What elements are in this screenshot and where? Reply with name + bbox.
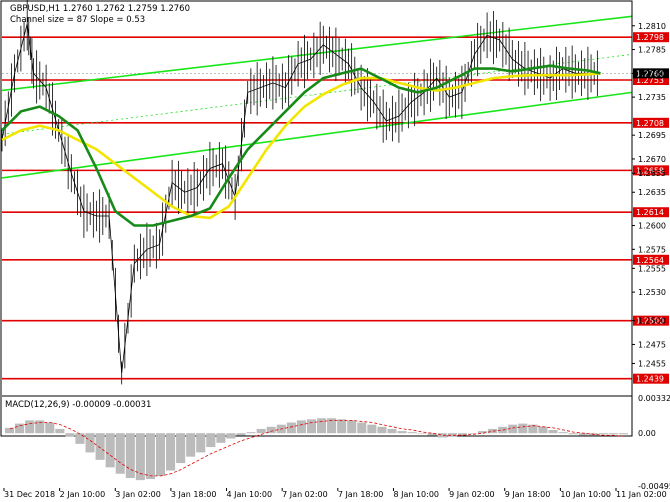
macd-histogram-bar <box>357 422 367 434</box>
macd-y-tick-label: 0.00332 <box>638 394 670 403</box>
price-chart: 1.27981.27531.27081.26581.26141.25641.25… <box>0 0 670 502</box>
x-tick-label: 8 Jan 10:00 <box>393 490 439 499</box>
level-label: 1.2798 <box>636 33 664 42</box>
macd-y-tick-label: -0.00495 <box>638 482 670 491</box>
y-tick-label: 1.2670 <box>638 155 666 164</box>
macd-histogram-bar <box>246 432 256 434</box>
level-label: 1.2614 <box>636 208 664 217</box>
macd-histogram-bar <box>176 433 186 464</box>
chart-header-line1: GBPUSD,H1 1.2760 1.2762 1.2759 1.2760 <box>10 4 190 14</box>
macd-histogram-bar <box>196 433 206 453</box>
x-tick-label: 11 Jan 02:00 <box>616 490 667 499</box>
macd-histogram-bar <box>55 428 65 434</box>
y-tick-label: 1.2455 <box>638 359 666 368</box>
macd-histogram-bar <box>548 430 558 434</box>
macd-histogram-bar <box>538 426 548 434</box>
y-tick-label: 1.2555 <box>638 264 666 273</box>
macd-histogram-bar <box>95 433 105 460</box>
y-tick-label: 1.2500 <box>638 317 666 326</box>
macd-histogram-bar <box>286 422 296 434</box>
macd-histogram-bar <box>407 432 417 434</box>
x-tick-label: 31 Dec 2018 <box>4 490 55 499</box>
macd-histogram-bar <box>145 433 155 480</box>
macd-histogram-bar <box>5 427 15 434</box>
y-tick-label: 1.2785 <box>638 46 666 55</box>
x-tick-label: 9 Jan 02:00 <box>449 490 495 499</box>
macd-histogram-bar <box>598 433 608 435</box>
x-tick-label: 2 Jan 10:00 <box>60 490 106 499</box>
y-tick-label: 1.2575 <box>638 245 666 254</box>
macd-histogram-bar <box>337 419 347 434</box>
macd-histogram-bar <box>105 433 115 468</box>
y-tick-label: 1.2695 <box>638 131 666 140</box>
macd-histogram-bar <box>15 423 25 434</box>
macd-histogram-bar <box>155 433 166 476</box>
macd-histogram-bar <box>115 433 125 474</box>
y-tick-label: 1.2600 <box>638 222 666 231</box>
macd-histogram-bar <box>75 433 85 444</box>
macd-histogram-bar <box>226 433 236 439</box>
y-tick-label: 1.2635 <box>638 188 666 197</box>
macd-histogram-bar <box>317 418 327 434</box>
macd-histogram-bar <box>296 420 306 434</box>
macd-histogram-bar <box>618 433 628 435</box>
macd-histogram-bar <box>306 419 316 434</box>
macd-histogram-bar <box>558 432 568 434</box>
macd-histogram-bar <box>186 433 196 457</box>
x-tick-label: 4 Jan 10:00 <box>227 490 273 499</box>
macd-histogram-bar <box>206 433 216 448</box>
macd-histogram-bar <box>85 433 95 453</box>
macd-histogram-bar <box>447 433 457 437</box>
y-tick-label: 1.2810 <box>638 22 666 31</box>
macd-histogram-bar <box>166 433 176 471</box>
y-tick-label: 1.2530 <box>638 288 666 297</box>
macd-histogram-bar <box>256 428 266 434</box>
macd-histogram-bar <box>347 420 357 434</box>
macd-histogram-bar <box>387 428 397 434</box>
x-tick-label: 7 Jan 02:00 <box>282 490 328 499</box>
macd-histogram-bar <box>25 420 35 434</box>
macd-histogram-bar <box>417 433 427 434</box>
x-tick-label: 10 Jan 10:00 <box>560 490 611 499</box>
y-tick-label: 1.2760 <box>638 69 666 78</box>
macd-label: MACD(12,26,9) -0.00009 -0.00031 <box>5 400 151 410</box>
macd-histogram-bar <box>488 428 498 434</box>
macd-histogram-bar <box>568 433 578 435</box>
macd-histogram-bar <box>45 422 55 434</box>
macd-histogram-bar <box>236 433 246 436</box>
macd-histogram-bar <box>216 433 226 443</box>
macd-y-tick-label: 0.00 <box>638 429 656 438</box>
y-tick-label: 1.2735 <box>638 93 666 102</box>
macd-histogram-bar <box>367 424 377 434</box>
macd-histogram-bar <box>377 426 387 434</box>
x-tick-label: 3 Jan 18:00 <box>171 490 217 499</box>
x-tick-label: 7 Jan 18:00 <box>338 490 384 499</box>
macd-histogram-bar <box>65 433 75 437</box>
y-tick-label: 1.2655 <box>638 169 666 178</box>
chart-header-line2: Channel size = 87 Slope = 0.53 <box>10 15 145 25</box>
level-label: 1.2439 <box>636 375 664 384</box>
x-tick-label: 9 Jan 18:00 <box>505 490 551 499</box>
level-label: 1.2708 <box>636 119 664 128</box>
macd-histogram-bar <box>397 431 407 434</box>
x-tick-label: 3 Jan 02:00 <box>115 490 161 499</box>
y-tick-label: 1.2475 <box>638 340 666 349</box>
macd-histogram-bar <box>608 433 618 435</box>
macd-histogram-bar <box>518 423 528 434</box>
macd-histogram-bar <box>125 433 135 478</box>
